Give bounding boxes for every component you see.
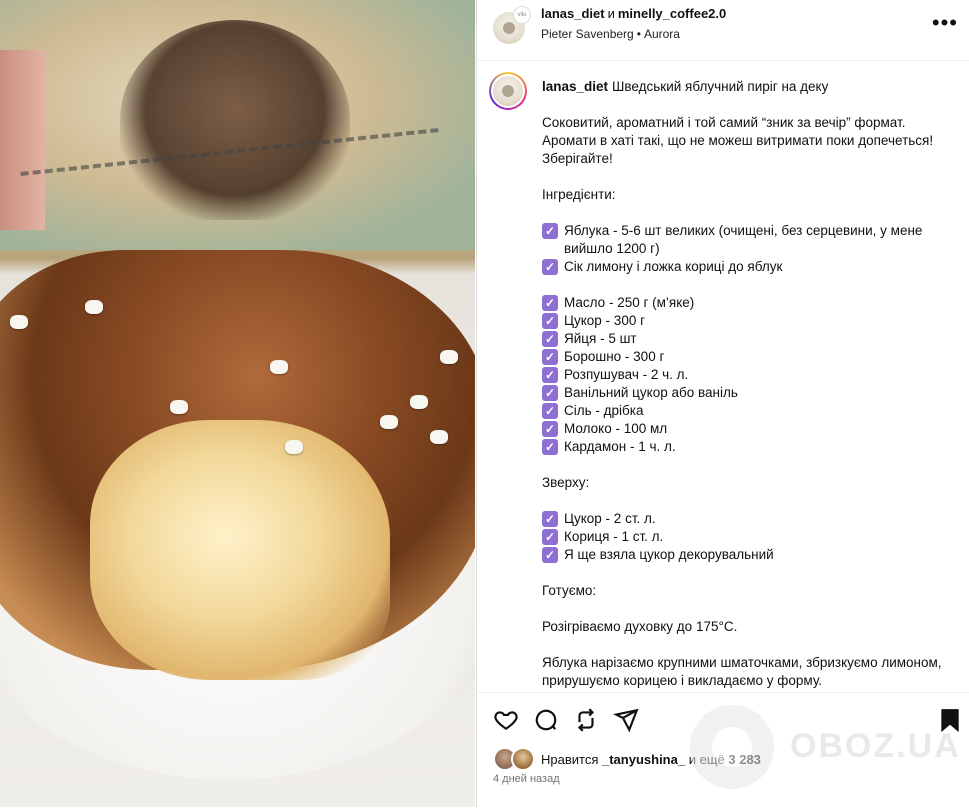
caption-intro: Соковитий, ароматний і той самий “зник з… (542, 115, 934, 166)
check-mark-icon: ✓ (542, 349, 558, 365)
caption-author-avatar[interactable] (489, 72, 527, 110)
likes-summary[interactable]: Нравится _tanyushina_ и ещё 3 283 (493, 747, 761, 771)
ingredient-item: ✓ Борошно - 300 г (542, 348, 952, 366)
photo-background-box (0, 50, 45, 230)
ingredient-text: Масло - 250 г (м’яке) (564, 295, 695, 310)
ingredient-item: ✓ Молоко - 100 мл (542, 420, 952, 438)
check-mark-icon: ✓ (542, 223, 558, 239)
ingredient-text: Сіль - дрібка (564, 403, 644, 418)
photo-sugar (270, 360, 288, 374)
caption-title-line: lanas_diet Шведський яблучний пиріг на де… (542, 78, 952, 96)
ingredients-group-1: ✓ Яблука - 5-6 шт великих (очищені, без с… (542, 222, 952, 276)
ingredient-item: ✓ Сік лимону і ложка кориці до яблук (542, 258, 952, 276)
ingredient-item: ✓ Цукор - 300 г (542, 312, 952, 330)
check-mark-icon: ✓ (542, 313, 558, 329)
photo-sugar (285, 440, 303, 454)
ingredient-text: Кардамон - 1 ч. л. (564, 439, 676, 454)
likes-username[interactable]: _tanyushina_ (602, 752, 685, 767)
ingredient-text: Розпушувач - 2 ч. л. (564, 367, 689, 382)
photo-sugar (440, 350, 458, 364)
check-mark-icon: ✓ (542, 547, 558, 563)
photo-background-figure (120, 20, 350, 220)
ingredient-item: ✓ Яйця - 5 шт (542, 330, 952, 348)
ingredient-item: ✓ Кориця - 1 ст. л. (542, 528, 952, 546)
audio-track[interactable]: Aurora (644, 27, 680, 41)
ingredient-item: ✓ Масло - 250 г (м’яке) (542, 294, 952, 312)
ingredients-group-2: ✓ Масло - 250 г (м’яке) ✓ Цукор - 300 г ✓ Яйц… (542, 294, 952, 456)
ingredient-text: Сік лимону і ложка кориці до яблук (564, 259, 783, 274)
photo-sugar (410, 395, 428, 409)
ingredient-item: ✓ Цукор - 2 ст. л. (542, 510, 952, 528)
caption-scroll-area[interactable]: lanas_diet Шведський яблучний пиріг на де… (477, 61, 969, 691)
check-mark-icon: ✓ (542, 295, 558, 311)
audio-separator: • (636, 27, 641, 41)
likes-count[interactable]: 3 283 (728, 752, 761, 767)
ingredients-heading: Інгредієнти: (542, 187, 616, 202)
ingredient-item: ✓ Яблука - 5-6 шт великих (очищені, без с… (542, 222, 952, 258)
caption-title: Шведський яблучний пиріг на деку (612, 79, 829, 94)
comment-bubble-icon[interactable] (533, 707, 559, 733)
ingredient-text: Я ще взяла цукор декорувальний (564, 547, 774, 562)
cooking-heading: Готуємо: (542, 583, 597, 598)
check-mark-icon: ✓ (542, 385, 558, 401)
post-timestamp[interactable]: 4 дней назад (493, 773, 560, 785)
ingredient-text: Яйця - 5 шт (564, 331, 637, 346)
ingredient-text: Яблука - 5-6 шт великих (очищені, без се… (564, 223, 923, 256)
check-mark-icon: ✓ (542, 259, 558, 275)
ingredient-item: ✓ Ванільний цукор або ваніль (542, 384, 952, 402)
save-bookmark-icon[interactable] (937, 707, 963, 733)
ingredient-text: Ванільний цукор або ваніль (564, 385, 738, 400)
check-mark-icon: ✓ (542, 403, 558, 419)
ingredient-item: ✓ Сіль - дрібка (542, 402, 952, 420)
ingredient-text: Кориця - 1 ст. л. (564, 529, 664, 544)
ingredient-text: Цукор - 2 ст. л. (564, 511, 656, 526)
photo-sugar (85, 300, 103, 314)
caption-avatar-image (493, 76, 523, 106)
ingredient-text: Борошно - 300 г (564, 349, 665, 364)
post-side-panel: vilu lanas_diet и minelly_coffee2.0 Pieter… (476, 0, 969, 808)
like-heart-icon[interactable] (493, 707, 519, 733)
photo-sugar (170, 400, 188, 414)
topping-list: ✓ Цукор - 2 ст. л. ✓ Кориця - 1 ст. л. ✓ Я ще… (542, 510, 952, 564)
ingredient-text: Молоко - 100 мл (564, 421, 668, 436)
cooking-step-1: Розігріваємо духовку до 175°С. (542, 619, 738, 634)
caption-username[interactable]: lanas_diet (542, 79, 608, 94)
check-mark-icon: ✓ (542, 439, 558, 455)
audio-info: Pieter Savenberg • Aurora (541, 27, 680, 41)
author-username[interactable]: lanas_diet (541, 6, 605, 21)
topping-heading: Зверху: (542, 475, 590, 490)
ingredient-item: ✓ Кардамон - 1 ч. л. (542, 438, 952, 456)
caption: lanas_diet Шведський яблучний пиріг на де… (542, 78, 952, 690)
more-options-icon[interactable]: ••• (932, 12, 958, 34)
liker-avatar (511, 747, 535, 771)
authors-conjunction: и (607, 6, 615, 21)
repost-icon[interactable] (573, 707, 599, 733)
photo-sugar (430, 430, 448, 444)
audio-artist[interactable]: Pieter Savenberg (541, 27, 634, 41)
collaborator-avatar[interactable]: vilu (513, 6, 531, 24)
share-send-icon[interactable] (612, 707, 639, 733)
check-mark-icon: ✓ (542, 421, 558, 437)
post-actions: Нравится _tanyushina_ и ещё 3 283 4 дней… (477, 692, 969, 808)
check-mark-icon: ✓ (542, 367, 558, 383)
ingredient-item: ✓ Розпушувач - 2 ч. л. (542, 366, 952, 384)
photo-sugar (380, 415, 398, 429)
check-mark-icon: ✓ (542, 529, 558, 545)
cooking-step-2: Яблука нарізаємо крупними шматочками, зб… (542, 655, 942, 688)
post-header: vilu lanas_diet и minelly_coffee2.0 Pieter… (477, 0, 969, 61)
photo-cake-crumb (90, 420, 390, 680)
likes-prefix: Нравится (541, 751, 599, 767)
check-mark-icon: ✓ (542, 331, 558, 347)
post-authors: lanas_diet и minelly_coffee2.0 (541, 6, 726, 21)
likes-middle: и ещё (688, 751, 725, 767)
photo-sugar (10, 315, 28, 329)
likes-text: Нравится _tanyushina_ и ещё 3 283 (541, 752, 761, 767)
ingredient-item: ✓ Я ще взяла цукор декорувальний (542, 546, 952, 564)
ingredient-text: Цукор - 300 г (564, 313, 646, 328)
check-mark-icon: ✓ (542, 511, 558, 527)
post-photo[interactable] (0, 0, 475, 807)
collaborator-username[interactable]: minelly_coffee2.0 (618, 6, 726, 21)
